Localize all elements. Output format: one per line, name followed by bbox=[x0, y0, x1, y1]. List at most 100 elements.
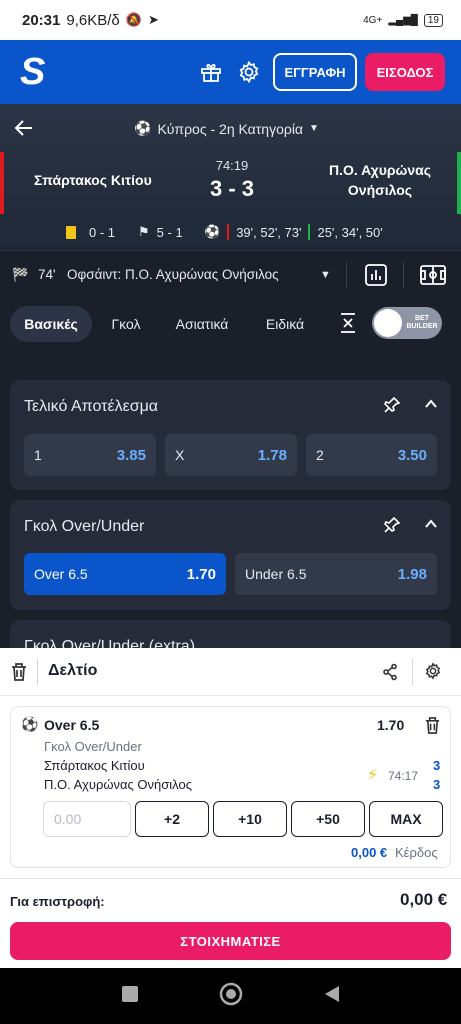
signal-icon: ▂▄▆█ bbox=[388, 14, 418, 26]
pitch-icon[interactable] bbox=[419, 263, 447, 290]
bet-builder-toggle[interactable]: BET BUILDER bbox=[372, 307, 442, 339]
slip-away-team: Π.Ο. Αχυρώνας Ονήσιλος bbox=[44, 777, 192, 792]
chevron-down-icon: ▼ bbox=[309, 123, 319, 134]
status-bar: 20:31 9,6KB/δ 🔕 ➤ 4G+ ▂▄▆█ 19 bbox=[0, 0, 461, 40]
slip-away-score: 3 bbox=[433, 777, 441, 792]
market-title: Γκολ Over/Under bbox=[24, 518, 145, 535]
corner-flag-icon: ⚑ bbox=[138, 224, 150, 239]
home-team-name: Σπάρτακος Κιτίου bbox=[34, 172, 152, 188]
checkered-flag-icon: 🏁 bbox=[12, 266, 29, 282]
trash-icon[interactable] bbox=[10, 662, 28, 687]
odd-button-over[interactable]: Over 6.5 1.70 bbox=[24, 553, 226, 595]
live-event-bar[interactable]: 🏁 74' Οφσάιντ: Π.Ο. Αχυρώνας Ονήσιλος ▼ bbox=[0, 250, 461, 298]
selection-name: Over 6.5 bbox=[44, 717, 100, 733]
register-button[interactable]: ΕΓΓΡΑΦΗ bbox=[273, 53, 357, 91]
home-goal-times: 39', 52', 73' bbox=[236, 224, 302, 240]
divider bbox=[37, 658, 38, 686]
profit-value: 0,00 € bbox=[351, 845, 388, 860]
slip-home-team: Σπάρτακος Κιτίου bbox=[44, 758, 145, 773]
away-goal-times: 25', 34', 50' bbox=[317, 224, 383, 240]
recents-square-icon[interactable] bbox=[121, 985, 139, 1008]
status-net-speed: 9,6KB/δ bbox=[66, 11, 120, 29]
soccer-ball-icon: ⚽ bbox=[21, 716, 39, 732]
divider bbox=[403, 261, 404, 288]
stake-input[interactable]: 0.00 bbox=[43, 801, 131, 837]
bet-selection-card: ⚽ Over 6.5 1.70 Γκολ Over/Under Σπάρτακο… bbox=[10, 706, 451, 868]
home-color-bar bbox=[0, 152, 4, 214]
bet-builder-label: BET BUILDER bbox=[406, 315, 438, 330]
status-time: 20:31 bbox=[22, 11, 61, 29]
telegram-icon: ➤ bbox=[147, 12, 159, 27]
share-icon[interactable] bbox=[382, 663, 398, 686]
corners-stat: ⚑ 5 - 1 bbox=[138, 224, 183, 240]
home-circle-icon[interactable] bbox=[219, 982, 243, 1011]
yellow-card-icon bbox=[66, 225, 76, 239]
bet-slip-header: Δελτίο bbox=[0, 648, 461, 696]
chevron-down-icon[interactable]: ▼ bbox=[320, 269, 331, 281]
mute-icon: 🔕 bbox=[125, 12, 142, 27]
event-minute: 74' bbox=[38, 267, 56, 282]
odd-button-draw[interactable]: X 1.78 bbox=[165, 434, 297, 476]
bet-slip-title: Δελτίο bbox=[48, 662, 98, 679]
match-minute: 74:19 bbox=[215, 158, 249, 173]
away-goals-marker bbox=[308, 224, 311, 240]
soccer-ball-icon: ⚽ bbox=[204, 224, 221, 239]
market-card-over-under: Γκολ Over/Under Over 6.5 1.70 Under 6.5 1.… bbox=[10, 500, 451, 610]
divider bbox=[412, 658, 413, 686]
lightning-icon: ⚡ bbox=[367, 767, 379, 784]
odd-button-under[interactable]: Under 6.5 1.98 bbox=[235, 553, 437, 595]
soccer-ball-icon: ⚽ bbox=[134, 120, 152, 136]
cards-stat: 0 - 1 bbox=[66, 225, 115, 240]
return-value: 0,00 € bbox=[400, 890, 448, 909]
remove-selection-trash-icon[interactable] bbox=[424, 716, 441, 740]
stats-chart-icon[interactable] bbox=[364, 263, 388, 290]
tab-asian[interactable]: Ασιατικά bbox=[166, 306, 238, 342]
league-selector[interactable]: ⚽ Κύπρος - 2η Κατηγορία ▼ bbox=[134, 120, 319, 137]
return-label: Για επιστροφή: bbox=[10, 894, 105, 909]
system-nav-bar bbox=[0, 968, 461, 1024]
selection-odds: 1.70 bbox=[377, 717, 405, 733]
odd-button-home[interactable]: 1 3.85 bbox=[24, 434, 156, 476]
top-bar: S ΕΓΓΡΑΦΗ ΕΙΣΟΔΟΣ bbox=[0, 40, 461, 104]
goals-stat: ⚽ 39', 52', 73' 25', 34', 50' bbox=[204, 224, 383, 240]
selection-market: Γκολ Over/Under bbox=[44, 739, 142, 754]
league-name: Κύπρος - 2η Κατηγορία bbox=[157, 120, 304, 137]
pin-icon[interactable] bbox=[383, 516, 401, 539]
event-text: Οφσάιντ: Π.Ο. Αχυρώνας Ονήσιλος bbox=[67, 267, 279, 282]
bet-slip: Δελτίο ⚽ Over 6.5 1.70 Γκολ Over/Under Σ… bbox=[0, 648, 461, 968]
odd-button-away[interactable]: 2 3.50 bbox=[306, 434, 437, 476]
tab-main[interactable]: Βασικές bbox=[10, 306, 92, 342]
chevron-up-icon[interactable] bbox=[423, 516, 439, 539]
tab-special[interactable]: Ειδικά bbox=[257, 306, 313, 342]
collapse-all-icon[interactable] bbox=[338, 312, 358, 339]
away-team-name: Π.Ο. Αχυρώνας Ονήσιλος bbox=[328, 162, 432, 198]
settings-gear-icon[interactable] bbox=[235, 58, 263, 86]
match-score: 3 - 3 bbox=[209, 176, 255, 201]
divider bbox=[0, 878, 461, 879]
market-card-final-result: Τελικό Αποτέλεσμα 1 3.85 X 1.78 2 3.50 bbox=[10, 380, 451, 490]
back-triangle-icon[interactable] bbox=[323, 984, 341, 1009]
toggle-knob bbox=[374, 309, 402, 337]
network-type: 4G+ bbox=[363, 14, 383, 26]
market-tabs: Βασικές Γκολ Ασιατικά Ειδικά BET BUILDER bbox=[0, 298, 461, 354]
tab-goals[interactable]: Γκολ bbox=[104, 306, 148, 342]
home-goals-marker bbox=[227, 224, 230, 240]
settings-gear-icon[interactable] bbox=[424, 662, 442, 685]
slip-live-minute: 74:17 bbox=[388, 769, 419, 783]
place-bet-button[interactable]: ΣΤΟΙΧΗΜΑΤΙΣΕ bbox=[10, 922, 451, 960]
stake-max-button[interactable]: MAX bbox=[369, 801, 443, 837]
brand-logo[interactable]: S bbox=[20, 51, 52, 94]
stake-plus-2-button[interactable]: +2 bbox=[135, 801, 209, 837]
match-stats: 0 - 1 ⚑ 5 - 1 ⚽ 39', 52', 73' 25', 34', … bbox=[0, 214, 461, 250]
gift-icon[interactable] bbox=[197, 58, 225, 86]
back-arrow-icon[interactable] bbox=[12, 116, 36, 140]
stake-plus-10-button[interactable]: +10 bbox=[213, 801, 287, 837]
stake-plus-50-button[interactable]: +50 bbox=[291, 801, 365, 837]
profit-label: Κέρδος bbox=[395, 845, 438, 860]
login-button[interactable]: ΕΙΣΟΔΟΣ bbox=[365, 53, 445, 91]
divider bbox=[346, 261, 347, 288]
away-color-bar bbox=[457, 152, 461, 214]
pin-icon[interactable] bbox=[383, 396, 401, 419]
slip-home-score: 3 bbox=[433, 758, 441, 773]
chevron-up-icon[interactable] bbox=[423, 396, 439, 419]
